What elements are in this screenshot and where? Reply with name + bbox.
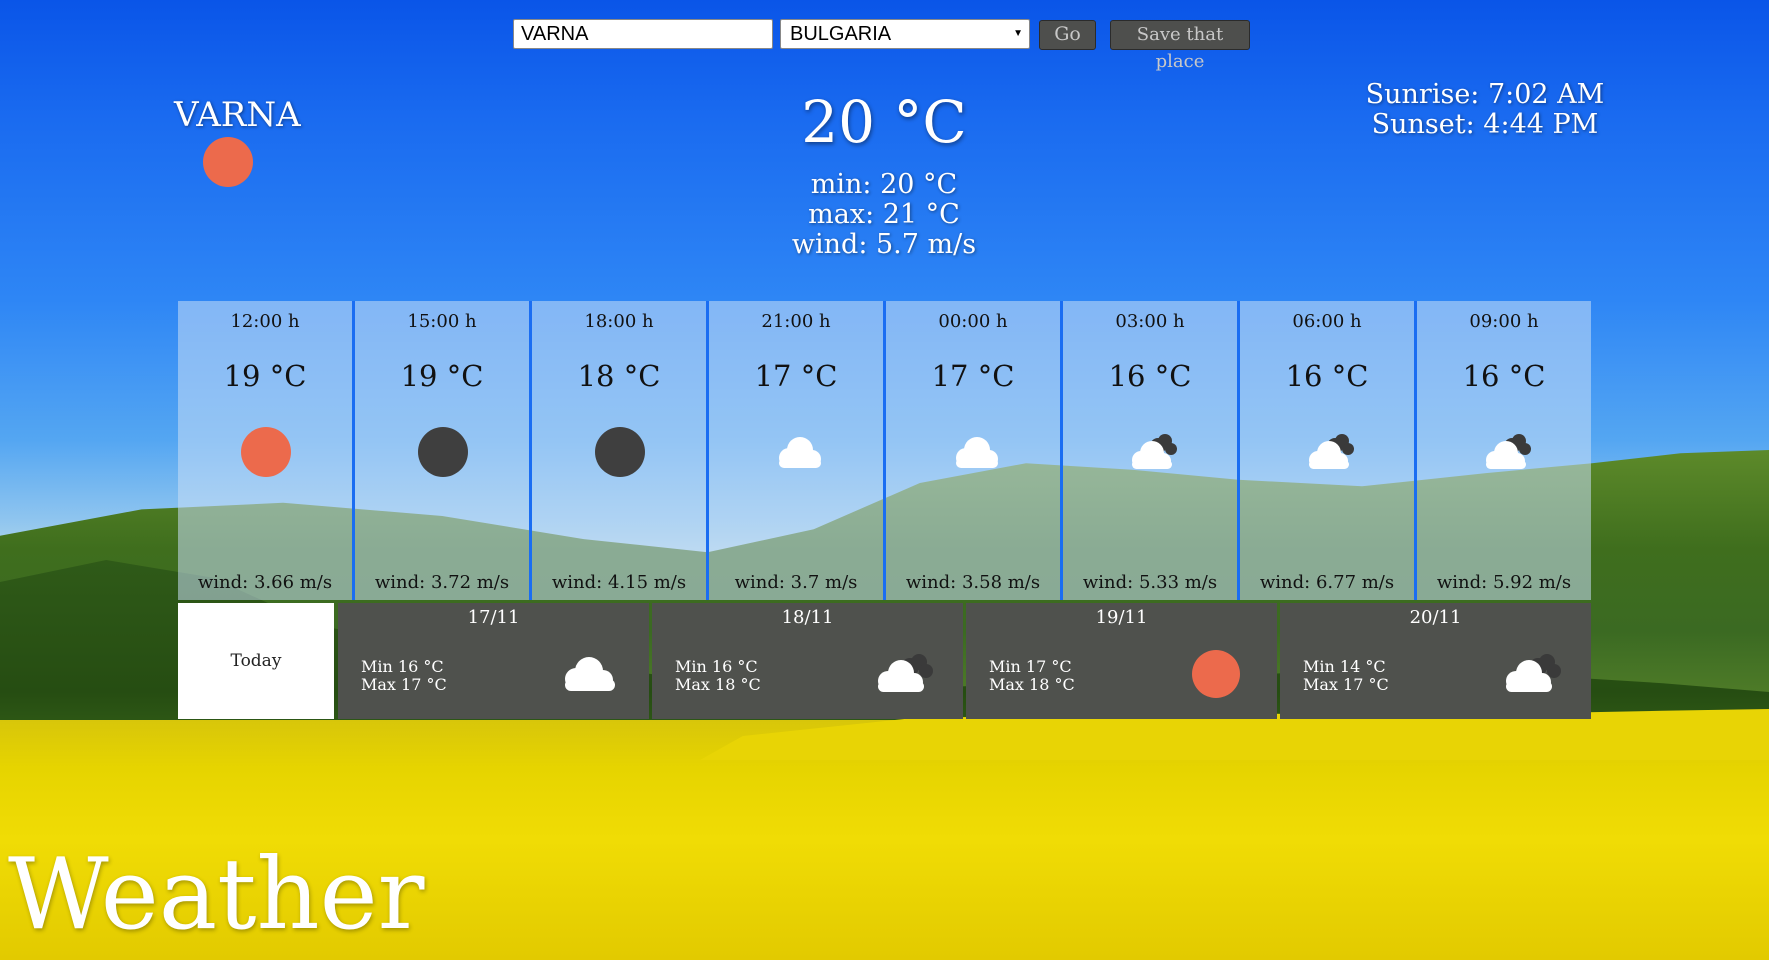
sun-icon <box>1192 650 1240 698</box>
hour-wind: wind: 5.33 m/s <box>1082 572 1218 593</box>
hour-time: 09:00 h <box>1469 311 1539 332</box>
day-date: 20/11 <box>1409 607 1462 628</box>
hour-wind: wind: 3.58 m/s <box>905 572 1041 593</box>
day-card[interactable]: 17/11 Min 16 °C Max 17 °C <box>338 603 649 719</box>
dropdown-arrow-icon: ▼ <box>1013 28 1023 39</box>
day-date: 18/11 <box>781 607 834 628</box>
current-temperature: 20 °C <box>801 88 967 156</box>
hour-card: 09:00 h 16 °C wind: 5.92 m/s <box>1417 301 1591 600</box>
day-min: Min 14 °C <box>1303 657 1386 676</box>
hour-time: 00:00 h <box>938 311 1008 332</box>
hour-card: 15:00 h 19 °C wind: 3.72 m/s <box>355 301 529 600</box>
sunset-time: Sunset: 4:44 PM <box>1371 109 1599 140</box>
day-card[interactable]: 18/11 Min 16 °C Max 18 °C <box>652 603 963 719</box>
hour-time: 12:00 h <box>230 311 300 332</box>
day-min: Min 17 °C <box>989 657 1072 676</box>
sunrise-time: Sunrise: 7:02 AM <box>1365 79 1605 110</box>
go-button[interactable]: Go <box>1039 20 1096 50</box>
day-min: Min 16 °C <box>675 657 758 676</box>
hour-wind: wind: 4.15 m/s <box>551 572 687 593</box>
hour-temperature: 18 °C <box>577 359 661 393</box>
cloud-icon <box>956 437 998 468</box>
day-card[interactable]: 19/11 Min 17 °C Max 18 °C <box>966 603 1277 719</box>
hourly-forecast: 12:00 h 19 °C wind: 3.66 m/s 15:00 h 19 … <box>178 301 1591 600</box>
day-card[interactable]: 20/11 Min 14 °C Max 17 °C <box>1280 603 1591 719</box>
moon-icon <box>418 427 468 477</box>
day-max: Max 18 °C <box>675 675 761 694</box>
hour-temperature: 16 °C <box>1285 359 1369 393</box>
hour-time: 15:00 h <box>407 311 477 332</box>
hour-temperature: 17 °C <box>931 359 1015 393</box>
hour-wind: wind: 3.7 m/s <box>734 572 858 593</box>
city-input[interactable] <box>513 19 773 49</box>
hour-card: 18:00 h 18 °C wind: 4.15 m/s <box>532 301 706 600</box>
clouds-icon <box>1132 434 1177 469</box>
sun-icon <box>203 137 253 187</box>
cloud-icon <box>779 437 821 468</box>
hour-time: 06:00 h <box>1292 311 1362 332</box>
day-max: Max 17 °C <box>361 675 447 694</box>
hour-wind: wind: 3.66 m/s <box>197 572 333 593</box>
hour-temperature: 17 °C <box>754 359 838 393</box>
current-stats: min: 20 °C max: 21 °C wind: 5.7 m/s <box>704 170 1064 260</box>
country-select-value: BULGARIA <box>790 23 892 45</box>
hour-temperature: 16 °C <box>1462 359 1546 393</box>
hour-card: 21:00 h 17 °C wind: 3.7 m/s <box>709 301 883 600</box>
app-brand-title: Weather <box>8 838 425 952</box>
clouds-icon <box>1486 434 1531 469</box>
country-select[interactable]: BULGARIA ▼ <box>780 19 1030 49</box>
day-date: 19/11 <box>1095 607 1148 628</box>
day-min: Min 16 °C <box>361 657 444 676</box>
hour-temperature: 16 °C <box>1108 359 1192 393</box>
sun-icon <box>241 427 291 477</box>
day-date: 17/11 <box>467 607 520 628</box>
current-max: max: 21 °C <box>808 199 960 230</box>
moon-icon <box>595 427 645 477</box>
current-wind: wind: 5.7 m/s <box>791 229 977 260</box>
current-min: min: 20 °C <box>810 169 958 200</box>
day-max: Max 18 °C <box>989 675 1075 694</box>
clouds-icon <box>878 654 933 692</box>
city-name: VARNA <box>174 95 301 135</box>
hour-wind: wind: 3.72 m/s <box>374 572 510 593</box>
save-place-button[interactable]: Save that place <box>1110 20 1250 72</box>
clouds-icon <box>1309 434 1354 469</box>
hour-temperature: 19 °C <box>400 359 484 393</box>
hour-wind: wind: 5.92 m/s <box>1436 572 1572 593</box>
hour-card: 12:00 h 19 °C wind: 3.66 m/s <box>178 301 352 600</box>
hour-temperature: 19 °C <box>223 359 307 393</box>
hour-time: 18:00 h <box>584 311 654 332</box>
today-button[interactable]: Today <box>178 603 334 719</box>
hour-card: 03:00 h 16 °C wind: 5.33 m/s <box>1063 301 1237 600</box>
hour-wind: wind: 6.77 m/s <box>1259 572 1395 593</box>
cloud-icon <box>565 657 615 691</box>
clouds-icon <box>1506 654 1561 692</box>
day-max: Max 17 °C <box>1303 675 1389 694</box>
daily-forecast: Today 17/11 Min 16 °C Max 17 °C 18/11 Mi… <box>178 603 1591 719</box>
hour-time: 21:00 h <box>761 311 831 332</box>
hour-card: 00:00 h 17 °C wind: 3.58 m/s <box>886 301 1060 600</box>
hour-time: 03:00 h <box>1115 311 1185 332</box>
sun-times: Sunrise: 7:02 AM Sunset: 4:44 PM <box>1340 80 1630 140</box>
hour-card: 06:00 h 16 °C wind: 6.77 m/s <box>1240 301 1414 600</box>
